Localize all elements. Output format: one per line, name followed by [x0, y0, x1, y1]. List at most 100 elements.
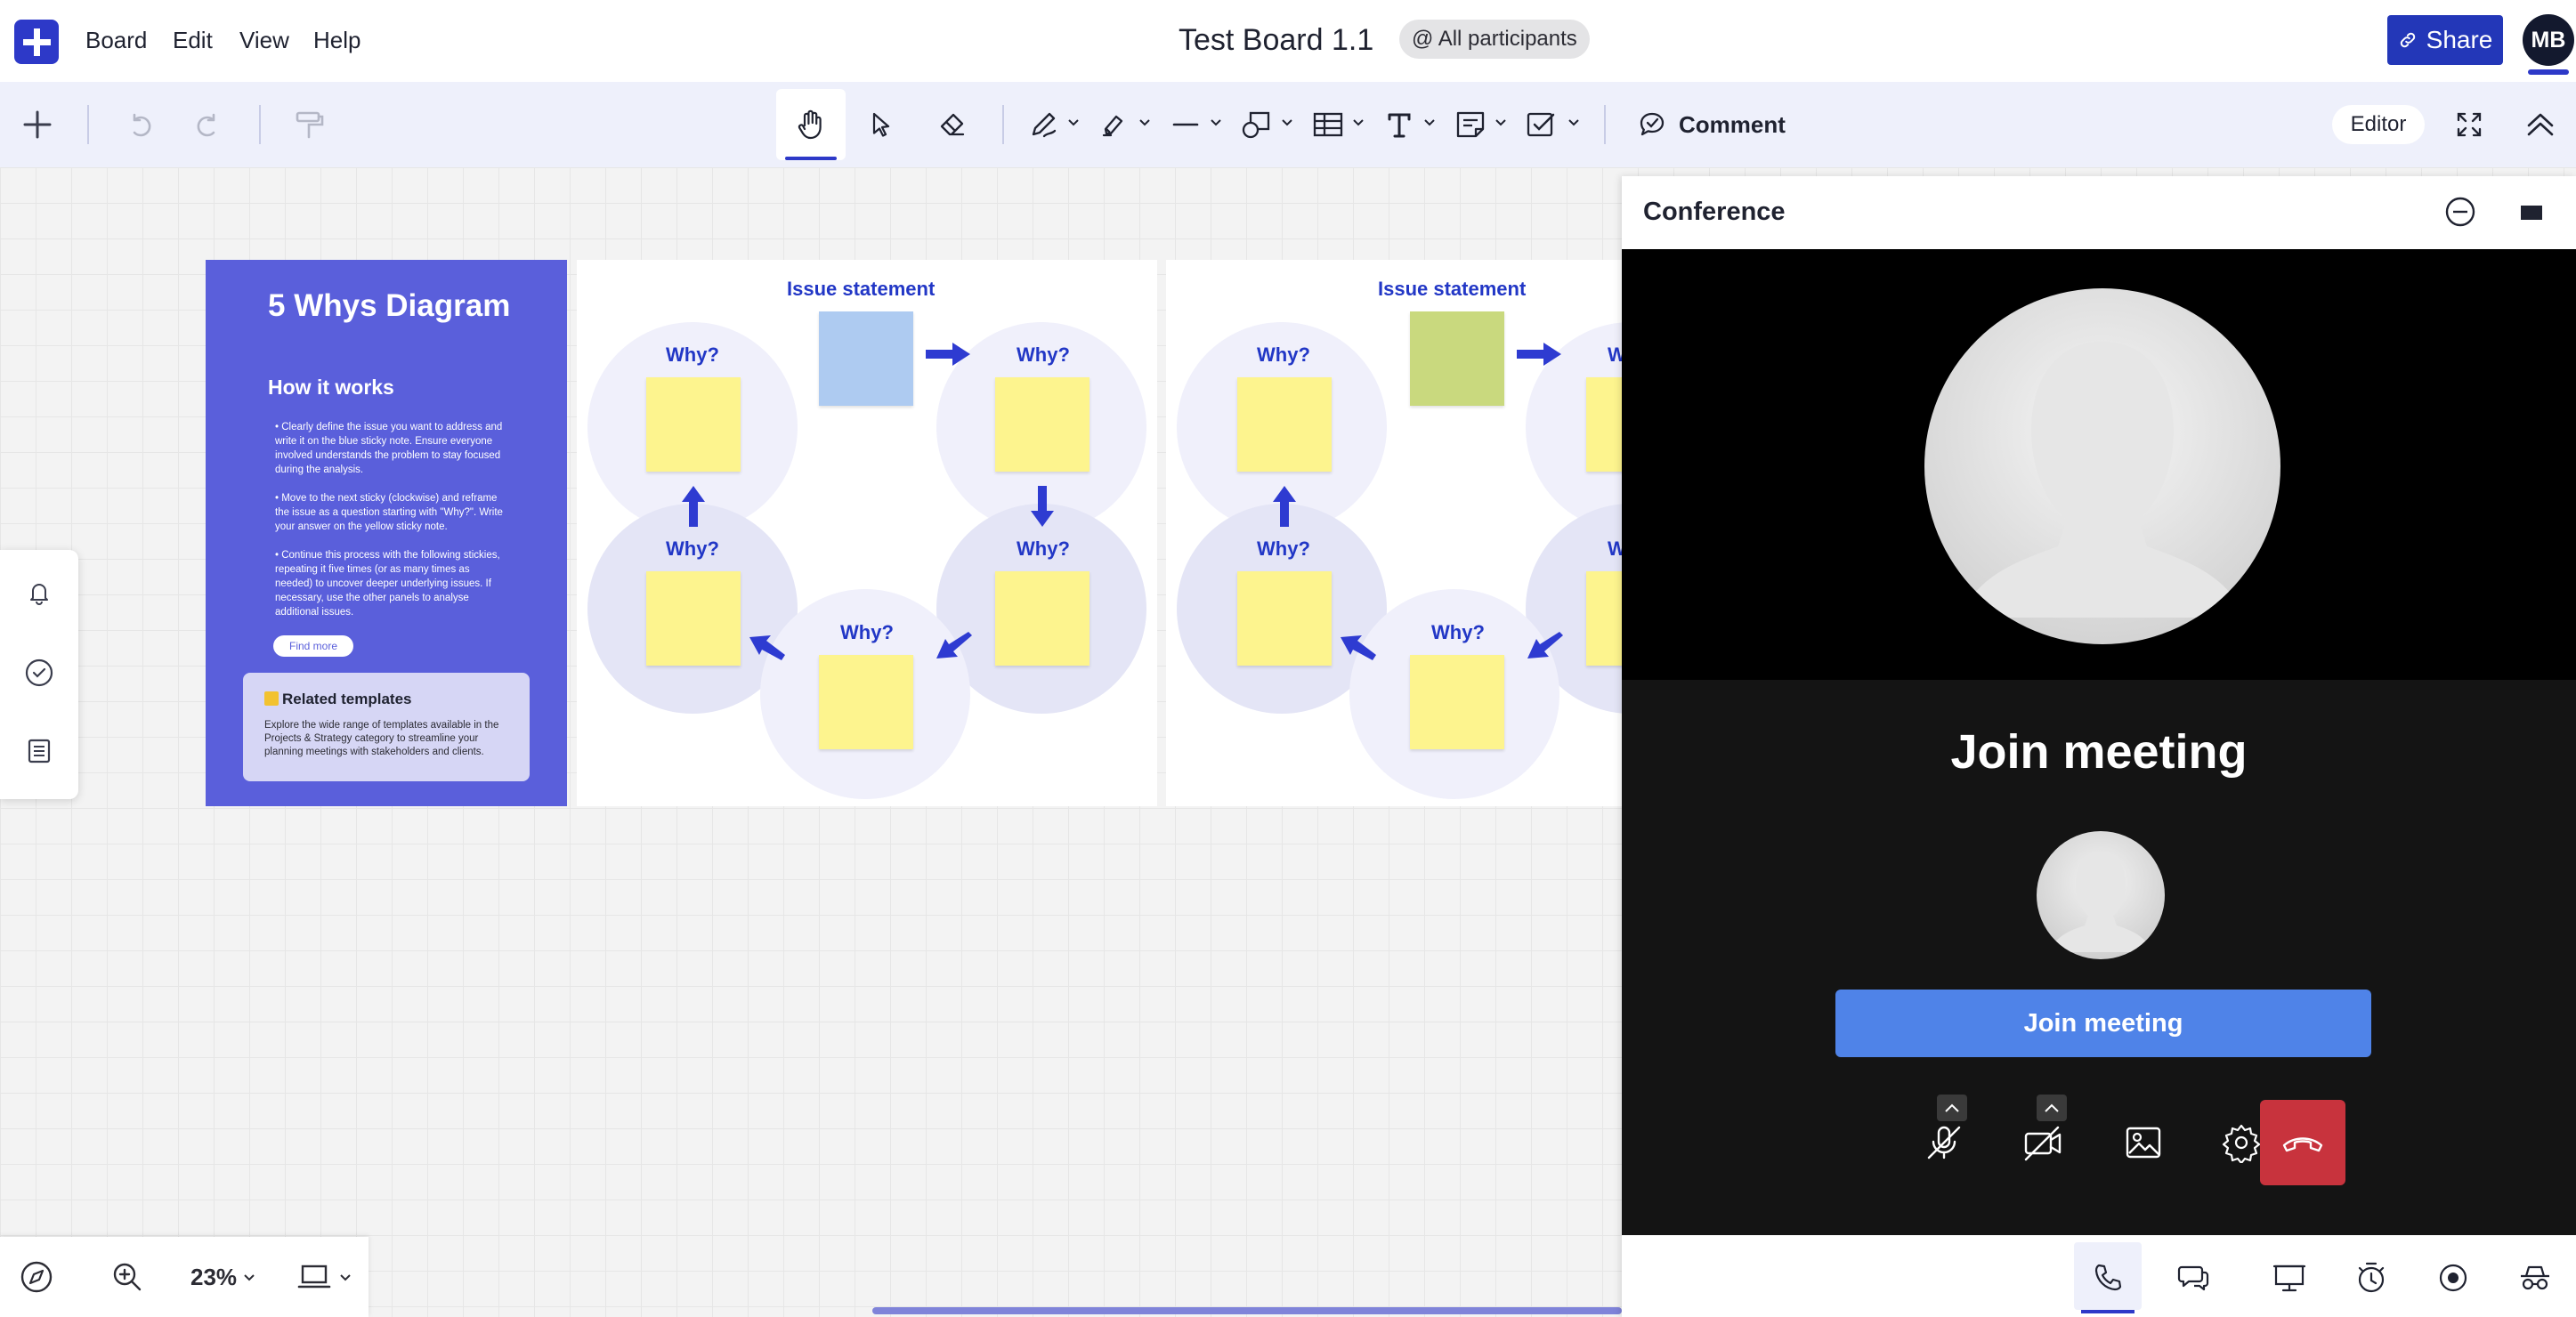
phone-hangup-icon [2282, 1137, 2323, 1152]
format-painter-icon[interactable] [287, 101, 333, 148]
comment-label: Comment [1679, 110, 1786, 138]
toolbar-divider [1002, 105, 1004, 144]
pen-icon[interactable] [1022, 101, 1068, 148]
why-sticky-note[interactable] [1237, 571, 1332, 666]
menu-edit[interactable]: Edit [173, 27, 213, 54]
record-icon[interactable] [2430, 1255, 2476, 1301]
conference-footer [1622, 1235, 2576, 1317]
issue-sticky-note[interactable] [1410, 311, 1504, 406]
notification-bell-icon[interactable] [20, 573, 59, 612]
why-sticky-note[interactable] [646, 571, 741, 666]
chevron-down-icon[interactable] [1567, 116, 1581, 130]
five-whys-diagram-1[interactable]: Issue statement Why? Why? Why? Why? Why? [577, 260, 1157, 806]
why-sticky-note[interactable] [646, 377, 741, 472]
toolbar-divider [259, 105, 261, 144]
presentation-screen-icon[interactable] [2266, 1255, 2313, 1301]
conference-panel: Conference Join meeting Join meeting [1622, 176, 2576, 1317]
notes-list-icon[interactable] [20, 731, 59, 771]
device-chevron-down-icon[interactable] [338, 1271, 352, 1285]
why-sticky-note[interactable] [1410, 655, 1504, 749]
arrow-down-left-icon [936, 632, 972, 658]
menu-board[interactable]: Board [85, 27, 147, 54]
related-templates-card[interactable]: Related templates Explore the wide range… [243, 673, 530, 781]
hand-tool-indicator [785, 157, 837, 160]
minimize-icon[interactable] [2442, 194, 2478, 230]
chevron-down-icon[interactable] [1066, 116, 1081, 130]
chat-bubbles-icon[interactable] [2170, 1255, 2216, 1301]
why-label: Why? [1017, 343, 1070, 366]
checkbox-icon[interactable] [1519, 101, 1565, 148]
why-label: Why? [666, 537, 719, 560]
video-area [1622, 249, 2576, 680]
board-title[interactable]: Test Board 1.1 [1179, 23, 1373, 58]
table-icon[interactable] [1305, 101, 1351, 148]
why-sticky-note[interactable] [1237, 377, 1332, 472]
self-avatar [2037, 831, 2165, 959]
editor-mode-pill[interactable]: Editor [2332, 105, 2425, 144]
avatar-indicator [2528, 69, 2569, 75]
zoom-chevron-down-icon[interactable] [242, 1271, 256, 1285]
participant-avatar-large [1924, 288, 2280, 644]
undo-icon[interactable] [117, 101, 164, 148]
share-button[interactable]: Share [2387, 15, 2503, 65]
conference-header: Conference [1622, 176, 2576, 249]
template-subtitle: How it works [268, 376, 394, 399]
user-avatar[interactable]: MB [2523, 14, 2574, 66]
redo-icon[interactable] [184, 101, 231, 148]
text-icon[interactable] [1376, 101, 1422, 148]
chevron-down-icon[interactable] [1494, 116, 1508, 130]
template-info-panel[interactable]: 5 Whys Diagram How it works • Clearly de… [206, 260, 567, 806]
timer-icon[interactable] [2348, 1255, 2394, 1301]
template-steps: • Clearly define the issue you want to a… [275, 420, 505, 634]
chevron-down-icon[interactable] [1280, 116, 1294, 130]
fullscreen-icon[interactable] [2446, 101, 2492, 148]
zoom-level[interactable]: 23% [190, 1264, 237, 1291]
select-cursor-icon[interactable] [858, 101, 904, 148]
eraser-icon[interactable] [929, 101, 976, 148]
chevron-down-icon[interactable] [1209, 116, 1223, 130]
task-check-icon[interactable] [20, 653, 59, 692]
shapes-icon[interactable] [1234, 101, 1280, 148]
hand-tool-icon[interactable] [788, 101, 834, 148]
zoom-in-icon[interactable] [107, 1256, 148, 1297]
why-sticky-note[interactable] [819, 655, 913, 749]
add-icon[interactable] [14, 101, 61, 148]
why-sticky-note[interactable] [995, 571, 1090, 666]
issue-sticky-note[interactable] [819, 311, 913, 406]
incognito-icon[interactable] [2512, 1255, 2558, 1301]
why-sticky-note[interactable] [995, 377, 1090, 472]
camera-options-chevron-up-icon[interactable] [2037, 1095, 2067, 1121]
maximize-icon[interactable] [2512, 194, 2548, 230]
horizontal-scrollbar[interactable] [872, 1307, 1622, 1314]
collapse-up-icon[interactable] [2517, 101, 2564, 148]
menu-view[interactable]: View [239, 27, 289, 54]
line-icon[interactable] [1162, 101, 1209, 148]
why-label: Why? [1257, 537, 1310, 560]
issue-statement-label: Issue statement [787, 278, 936, 300]
hang-up-button[interactable] [2260, 1100, 2345, 1185]
related-templates-title: Related templates [264, 691, 412, 708]
microphone-options-chevron-up-icon[interactable] [1937, 1095, 1967, 1121]
chevron-down-icon[interactable] [1422, 116, 1437, 130]
app-logo-icon[interactable] [14, 20, 59, 64]
why-label: Why? [840, 621, 894, 643]
arrow-up-left-icon [1341, 635, 1376, 660]
phone-call-icon[interactable] [2085, 1255, 2131, 1301]
sticky-note-icon[interactable] [1447, 101, 1494, 148]
highlighter-icon[interactable] [1091, 101, 1138, 148]
share-label: Share [2426, 26, 2493, 53]
chevron-down-icon[interactable] [1138, 116, 1152, 130]
navigation-bar: 23% [0, 1237, 369, 1317]
laptop-device-icon[interactable] [294, 1256, 335, 1297]
conference-title: Conference [1643, 198, 1786, 226]
menu-help[interactable]: Help [313, 27, 360, 54]
participants-badge[interactable]: @ All participants [1399, 20, 1590, 59]
find-more-button[interactable]: Find more [273, 635, 353, 657]
arrow-down-left-icon [1527, 632, 1563, 658]
template-step: • Clearly define the issue you want to a… [275, 422, 503, 475]
chevron-down-icon[interactable] [1351, 116, 1365, 130]
compass-navigation-icon[interactable] [16, 1256, 57, 1297]
comment-button[interactable]: Comment [1638, 101, 1786, 148]
join-meeting-button[interactable]: Join meeting [1835, 990, 2371, 1057]
background-image-icon[interactable] [2101, 1100, 2186, 1185]
